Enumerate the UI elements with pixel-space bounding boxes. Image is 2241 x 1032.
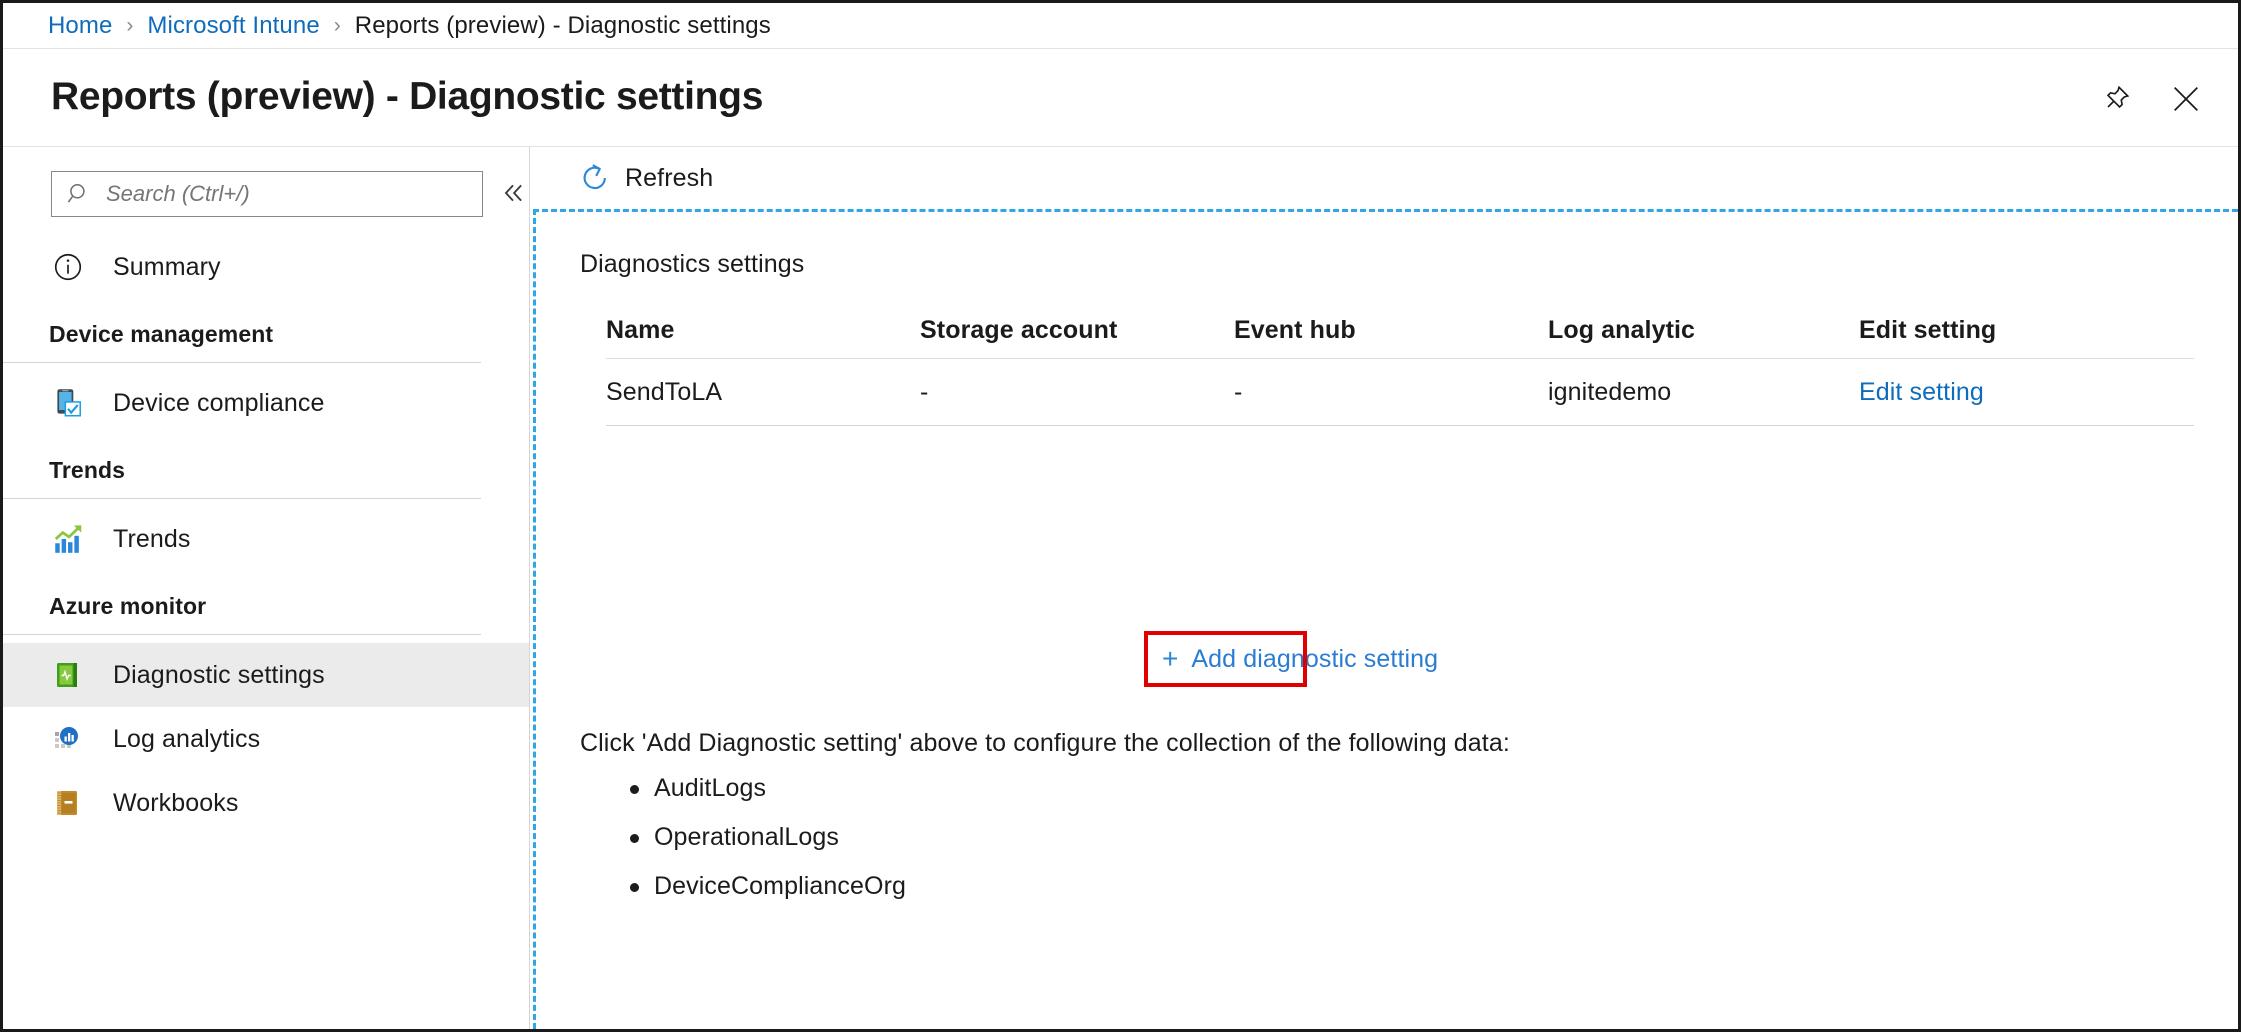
diagnostics-pane: Diagnostics settings Name Storage accoun… xyxy=(533,209,2238,1029)
close-icon xyxy=(2170,83,2202,115)
sidebar-nav: Summary Device management Device com xyxy=(3,235,529,835)
data-type-list: AuditLogs OperationalLogs DeviceComplian… xyxy=(580,764,906,911)
edit-setting-link[interactable]: Edit setting xyxy=(1859,378,2194,407)
plus-icon: + xyxy=(1162,645,1178,673)
breadcrumb-item-home[interactable]: Home xyxy=(48,12,112,40)
list-item: OperationalLogs xyxy=(654,813,906,862)
add-diagnostic-setting-button[interactable]: + Add diagnostic setting xyxy=(1144,631,1307,687)
sidebar-group-title: Device management xyxy=(49,321,529,348)
cell-name: SendToLA xyxy=(606,378,920,407)
search-icon xyxy=(66,181,92,207)
double-chevron-left-icon xyxy=(500,180,526,206)
diagnostics-table: Name Storage account Event hub Log analy… xyxy=(606,302,2194,426)
azure-portal-blade: Home › Microsoft Intune › Reports (previ… xyxy=(0,0,2241,1032)
blade-actions xyxy=(2094,77,2208,121)
sidebar-item-device-compliance[interactable]: Device compliance xyxy=(3,371,529,435)
sidebar-group-title: Trends xyxy=(49,457,529,484)
sidebar-item-log-analytics[interactable]: Log analytics xyxy=(3,707,529,771)
table-row[interactable]: SendToLA - - ignitedemo Edit setting xyxy=(606,359,2194,426)
column-header-name: Name xyxy=(606,316,920,345)
sidebar: Summary Device management Device com xyxy=(3,147,530,1029)
sidebar-group-divider xyxy=(3,498,481,499)
sidebar-item-workbooks[interactable]: Workbooks xyxy=(3,771,529,835)
diagnostic-book-icon xyxy=(49,656,87,694)
search-box[interactable] xyxy=(51,171,483,217)
sidebar-item-label: Trends xyxy=(113,525,190,554)
column-header-event-hub: Event hub xyxy=(1234,316,1548,345)
sidebar-group-azure-monitor: Azure monitor xyxy=(3,571,529,620)
command-bar: Refresh xyxy=(531,147,2238,209)
sidebar-group-trends: Trends xyxy=(3,435,529,484)
breadcrumb-item-microsoft-intune[interactable]: Microsoft Intune xyxy=(147,12,319,40)
sidebar-group-divider xyxy=(3,634,481,635)
pin-button[interactable] xyxy=(2094,77,2138,121)
column-header-log-analytic: Log analytic xyxy=(1548,316,1859,345)
breadcrumb-separator: › xyxy=(334,14,341,38)
sidebar-group-device-management: Device management xyxy=(3,299,529,348)
breadcrumb: Home › Microsoft Intune › Reports (previ… xyxy=(3,3,2238,49)
page-title: Reports (preview) - Diagnostic settings xyxy=(51,75,763,119)
column-header-edit-setting: Edit setting xyxy=(1859,316,2194,345)
sidebar-item-label: Summary xyxy=(113,253,221,282)
cell-log-analytic: ignitedemo xyxy=(1548,378,1859,407)
add-diagnostic-setting-wrapper: + Add diagnostic setting xyxy=(1144,631,1307,687)
info-circle-icon xyxy=(49,248,87,286)
pin-icon xyxy=(2101,84,2131,114)
device-compliance-icon xyxy=(49,384,87,422)
sidebar-item-label: Diagnostic settings xyxy=(113,661,325,690)
column-header-storage-account: Storage account xyxy=(920,316,1234,345)
close-button[interactable] xyxy=(2164,77,2208,121)
section-title: Diagnostics settings xyxy=(580,250,804,279)
list-item: AuditLogs xyxy=(654,764,906,813)
sidebar-item-label: Device compliance xyxy=(113,389,325,418)
trends-chart-icon xyxy=(49,520,87,558)
sidebar-group-divider xyxy=(3,362,481,363)
breadcrumb-separator: › xyxy=(126,14,133,38)
cell-event-hub: - xyxy=(1234,378,1548,407)
sidebar-item-label: Log analytics xyxy=(113,725,260,754)
main-content: Refresh Diagnostics settings Name Storag… xyxy=(531,147,2238,1029)
refresh-label: Refresh xyxy=(625,164,713,193)
cell-storage-account: - xyxy=(920,378,1234,407)
refresh-button[interactable]: Refresh xyxy=(575,154,725,202)
breadcrumb-item-current: Reports (preview) - Diagnostic settings xyxy=(355,12,771,40)
table-header-row: Name Storage account Event hub Log analy… xyxy=(606,302,2194,359)
add-diagnostic-setting-label: Add diagnostic setting xyxy=(1191,645,1438,674)
helper-text: Click 'Add Diagnostic setting' above to … xyxy=(580,729,1510,758)
sidebar-collapse-button[interactable] xyxy=(493,173,533,213)
list-item: DeviceComplianceOrg xyxy=(654,862,906,911)
sidebar-item-trends[interactable]: Trends xyxy=(3,507,529,571)
sidebar-item-label: Workbooks xyxy=(113,789,239,818)
sidebar-item-diagnostic-settings[interactable]: Diagnostic settings xyxy=(3,643,529,707)
sidebar-search-row xyxy=(3,147,529,235)
sidebar-item-summary[interactable]: Summary xyxy=(3,235,529,299)
sidebar-group-title: Azure monitor xyxy=(49,593,529,620)
log-analytics-icon xyxy=(49,720,87,758)
blade-title-bar: Reports (preview) - Diagnostic settings xyxy=(3,49,2238,147)
workbooks-book-icon xyxy=(49,784,87,822)
refresh-icon xyxy=(579,162,611,194)
search-input[interactable] xyxy=(104,180,448,208)
